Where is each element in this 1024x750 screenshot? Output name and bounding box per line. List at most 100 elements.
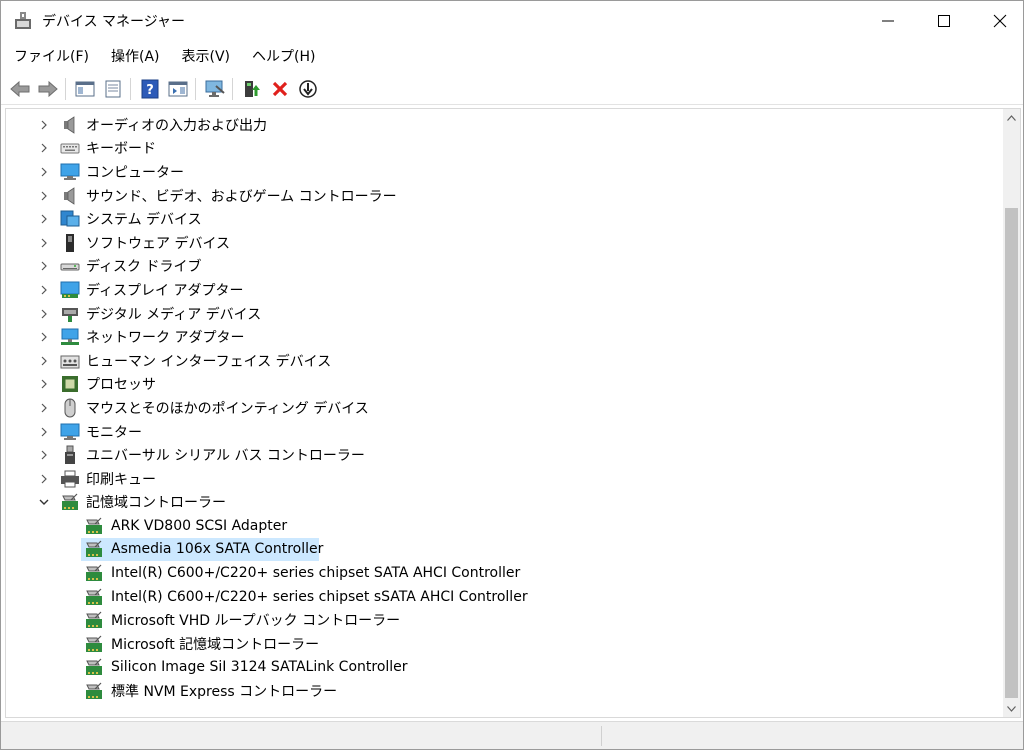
tree-category-label[interactable]: ディスプレイ アダプター <box>86 280 243 300</box>
tree-category-label[interactable]: 記憶域コントローラー <box>86 492 226 512</box>
tree-category-row[interactable]: プロセッサ <box>6 373 1000 397</box>
tree-device-row[interactable]: Microsoft 記憶域コントローラー <box>6 632 1000 656</box>
title-bar[interactable]: デバイス マネージャー <box>1 1 1023 41</box>
tree-category-label[interactable]: ディスク ドライブ <box>86 256 201 276</box>
tree-device-label[interactable]: Silicon Image SiI 3124 SATALink Controll… <box>111 659 408 675</box>
tree-device-label[interactable]: ARK VD800 SCSI Adapter <box>111 518 287 534</box>
expand-toggle[interactable] <box>36 258 52 274</box>
minimize-button[interactable] <box>865 1 911 41</box>
tree-category-row[interactable]: ディスプレイ アダプター <box>6 278 1000 302</box>
help-button[interactable]: ? <box>137 76 163 102</box>
expand-toggle[interactable] <box>36 447 52 463</box>
uninstall-device-button[interactable] <box>267 76 293 102</box>
tree-category-row[interactable]: マウスとそのほかのポインティング デバイス <box>6 396 1000 420</box>
tree-category-row[interactable]: ソフトウェア デバイス <box>6 231 1000 255</box>
tree-category-row[interactable]: コンピューター <box>6 160 1000 184</box>
scroll-down-button[interactable] <box>1003 700 1020 717</box>
scan-hardware-button[interactable] <box>202 76 228 102</box>
tree-category-row[interactable]: ユニバーサル シリアル バス コントローラー <box>6 443 1000 467</box>
tree-category-label[interactable]: 印刷キュー <box>86 469 156 489</box>
tree-category-row[interactable]: ネットワーク アダプター <box>6 325 1000 349</box>
tree-category-row[interactable]: ヒューマン インターフェイス デバイス <box>6 349 1000 373</box>
collapse-toggle[interactable] <box>36 494 52 510</box>
tree-device-row[interactable]: 標準 NVM Express コントローラー <box>6 679 1000 703</box>
tree-category-row[interactable]: キーボード <box>6 137 1000 161</box>
expand-toggle[interactable] <box>36 211 52 227</box>
maximize-button[interactable] <box>921 1 967 41</box>
menu-help[interactable]: ヘルプ(H) <box>242 45 325 69</box>
tree-device-label[interactable]: Microsoft 記憶域コントローラー <box>111 634 319 654</box>
back-button[interactable] <box>7 76 33 102</box>
tree-category-label[interactable]: サウンド、ビデオ、およびゲーム コントローラー <box>86 186 397 206</box>
show-hide-console-tree-icon <box>75 81 95 96</box>
chevron-right-icon <box>41 214 47 224</box>
chevron-right-icon <box>41 309 47 318</box>
tree-category-row[interactable]: サウンド、ビデオ、およびゲーム コントローラー <box>6 184 1000 208</box>
expand-toggle[interactable] <box>36 329 52 345</box>
expand-toggle[interactable] <box>36 353 52 369</box>
properties-button[interactable] <box>100 76 126 102</box>
tree-category-label[interactable]: オーディオの入力および出力 <box>86 115 267 135</box>
tree-category-label[interactable]: システム デバイス <box>86 209 202 229</box>
tree-category-row[interactable]: デジタル メディア デバイス <box>6 302 1000 326</box>
tree-category-label[interactable]: ソフトウェア デバイス <box>86 233 230 253</box>
tree-device-label[interactable]: 標準 NVM Express コントローラー <box>111 681 337 701</box>
tree-device-row[interactable]: Silicon Image SiI 3124 SATALink Controll… <box>6 656 1000 680</box>
tree-device-row[interactable]: ARK VD800 SCSI Adapter <box>6 514 1000 538</box>
tree-device-row-selected[interactable]: Asmedia 106x SATA Controller <box>6 537 1000 562</box>
scroll-up-button[interactable] <box>1003 109 1020 126</box>
printer-icon <box>60 469 80 489</box>
tree-category-label[interactable]: ネットワーク アダプター <box>86 327 244 347</box>
expand-toggle[interactable] <box>36 282 52 298</box>
tree-device-label[interactable]: Microsoft VHD ループバック コントローラー <box>111 610 400 630</box>
chevron-right-icon <box>41 120 47 130</box>
tree-device-row[interactable]: Intel(R) C600+/C220+ series chipset sSAT… <box>6 585 1000 609</box>
chevron-right-icon <box>41 474 47 484</box>
expand-toggle[interactable] <box>36 376 52 392</box>
tree-category-label[interactable]: キーボード <box>86 138 156 158</box>
tree-category-label[interactable]: マウスとそのほかのポインティング デバイス <box>86 398 369 418</box>
device-manager-icon <box>12 10 34 32</box>
tree-category-label[interactable]: コンピューター <box>86 162 184 182</box>
tree-category-label[interactable]: デジタル メディア デバイス <box>86 304 261 324</box>
expand-toggle[interactable] <box>36 140 52 156</box>
expand-toggle[interactable] <box>36 188 52 204</box>
menu-action[interactable]: 操作(A) <box>101 45 170 69</box>
tree-category-row[interactable]: ディスク ドライブ <box>6 255 1000 279</box>
tree-category-row[interactable]: 印刷キュー <box>6 467 1000 491</box>
expand-toggle[interactable] <box>36 235 52 251</box>
tree-device-row[interactable]: Microsoft VHD ループバック コントローラー <box>6 608 1000 632</box>
tree-category-label[interactable]: ユニバーサル シリアル バス コントローラー <box>86 445 365 465</box>
help-icon: ? <box>141 79 159 98</box>
update-driver-button[interactable] <box>239 76 265 102</box>
tree-category-label[interactable]: ヒューマン インターフェイス デバイス <box>86 351 331 371</box>
expand-toggle[interactable] <box>36 400 52 416</box>
expand-toggle[interactable] <box>36 117 52 133</box>
tree-category-row[interactable]: オーディオの入力および出力 <box>6 113 1000 137</box>
action-pane-button[interactable] <box>165 76 191 102</box>
vertical-scrollbar[interactable] <box>1003 109 1020 717</box>
menu-view[interactable]: 表示(V) <box>172 45 241 69</box>
tree-device-label[interactable]: Asmedia 106x SATA Controller <box>111 541 323 557</box>
tree-category-label[interactable]: モニター <box>86 422 142 442</box>
tree-device-label[interactable]: Intel(R) C600+/C220+ series chipset SATA… <box>111 565 520 581</box>
expand-toggle[interactable] <box>36 306 52 322</box>
tree-category-row[interactable]: システム デバイス <box>6 207 1000 231</box>
close-button[interactable] <box>977 1 1023 41</box>
forward-button[interactable] <box>35 76 61 102</box>
device-tree[interactable]: オーディオの入力および出力 キーボードコンピューターサウンド、ビデオ、およびゲーム… <box>5 108 1021 718</box>
tree-category-row[interactable]: 記憶域コントローラー <box>6 491 1000 515</box>
tree-category-row[interactable]: モニター <box>6 420 1000 444</box>
expand-toggle[interactable] <box>36 164 52 180</box>
show-hide-console-tree-button[interactable] <box>72 76 98 102</box>
computer-icon <box>60 162 80 182</box>
menu-file[interactable]: ファイル(F) <box>4 45 99 69</box>
expand-toggle[interactable] <box>36 471 52 487</box>
disable-device-button[interactable] <box>295 76 321 102</box>
scrollbar-thumb[interactable] <box>1005 208 1018 698</box>
tree-device-label[interactable]: Intel(R) C600+/C220+ series chipset sSAT… <box>111 589 528 605</box>
tree-device-row[interactable]: Intel(R) C600+/C220+ series chipset SATA… <box>6 561 1000 585</box>
tree-category-label[interactable]: プロセッサ <box>86 374 156 394</box>
expand-toggle[interactable] <box>36 424 52 440</box>
disable-device-icon <box>299 79 317 98</box>
